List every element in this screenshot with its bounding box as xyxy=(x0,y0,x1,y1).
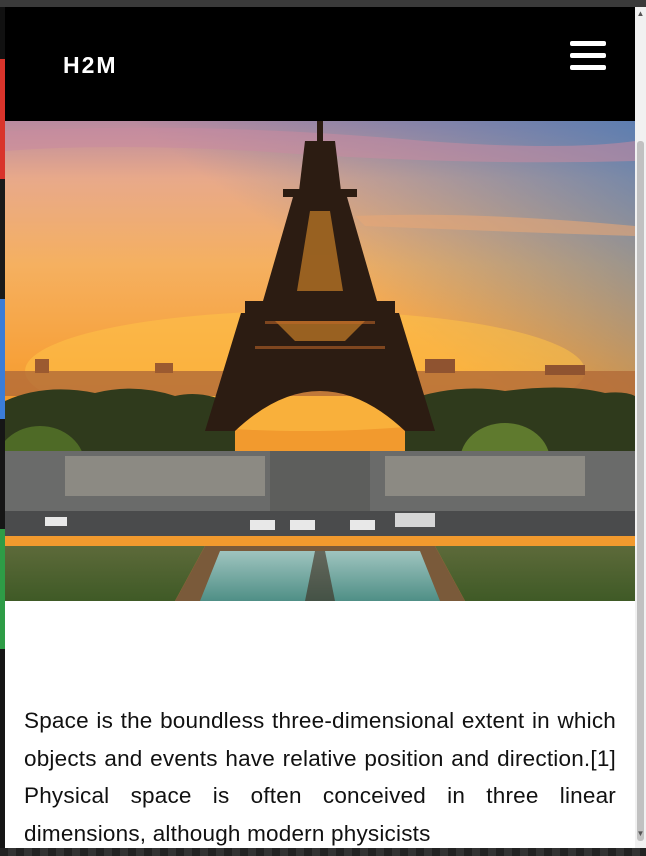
scroll-down-arrow-icon[interactable]: ▼ xyxy=(636,829,645,838)
navbar: H2M xyxy=(5,7,635,121)
scrollbar[interactable]: ▲ ▼ xyxy=(635,7,646,856)
hamburger-menu-icon[interactable] xyxy=(570,41,606,71)
eiffel-tower-sunset-photo xyxy=(5,121,635,601)
article-paragraph: Space is the boundless three-dimensional… xyxy=(24,708,616,846)
window-top-strip xyxy=(0,0,646,7)
scroll-up-arrow-icon[interactable]: ▲ xyxy=(636,9,645,18)
brand-logo[interactable]: H2M xyxy=(63,52,118,79)
hero-image xyxy=(5,121,635,601)
web-page: H2M Space is the boundless three-dimensi… xyxy=(5,7,635,856)
scroll-thumb[interactable] xyxy=(637,141,644,841)
browser-frame: H2M Space is the boundless three-dimensi… xyxy=(0,0,646,856)
window-bottom-strip xyxy=(0,848,646,856)
